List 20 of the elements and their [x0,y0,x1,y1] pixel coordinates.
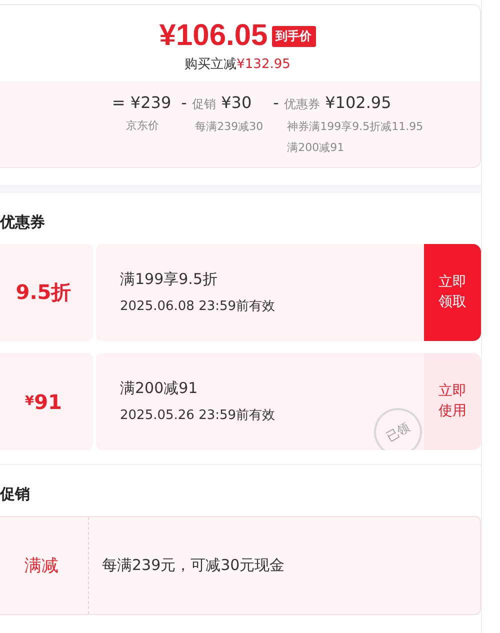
breakdown-amount: = ¥239 [112,93,172,112]
breakdown-amount: - 促销 ¥30 [181,93,253,113]
coupon-action-button[interactable]: 立即使用 [424,353,482,450]
breakdown-amount: - 优惠券 ¥102.95 [273,93,392,113]
final-price: ¥106.05 [159,19,268,53]
breakdown-note: 满200减91 [286,140,346,155]
breakdown-note: 神券满199享9.5折减11.95 [286,119,424,134]
coupon-value: ¥91 [0,353,93,450]
breakdown-note: 京东价 [124,118,160,133]
final-price-badge: 到手价 [272,26,316,46]
saving-text: 购买立减¥132.95 [184,56,290,73]
coupon-validity: 2025.05.26 23:59前有效 [120,407,276,424]
coupon-value: 9.5折 [0,244,93,341]
coupon-validity: 2025.06.08 23:59前有效 [120,298,276,315]
promotion-description: 每满239元，可减30元现金 [101,555,285,576]
coupon-action-button[interactable]: 立即领取 [424,244,482,341]
coupon-condition: 满199享9.5折 [120,270,218,289]
breakdown-note: 每满239减30 [194,119,264,134]
promotion-tag: 满减 [0,517,89,614]
coupon-condition: 满200减91 [120,379,199,398]
